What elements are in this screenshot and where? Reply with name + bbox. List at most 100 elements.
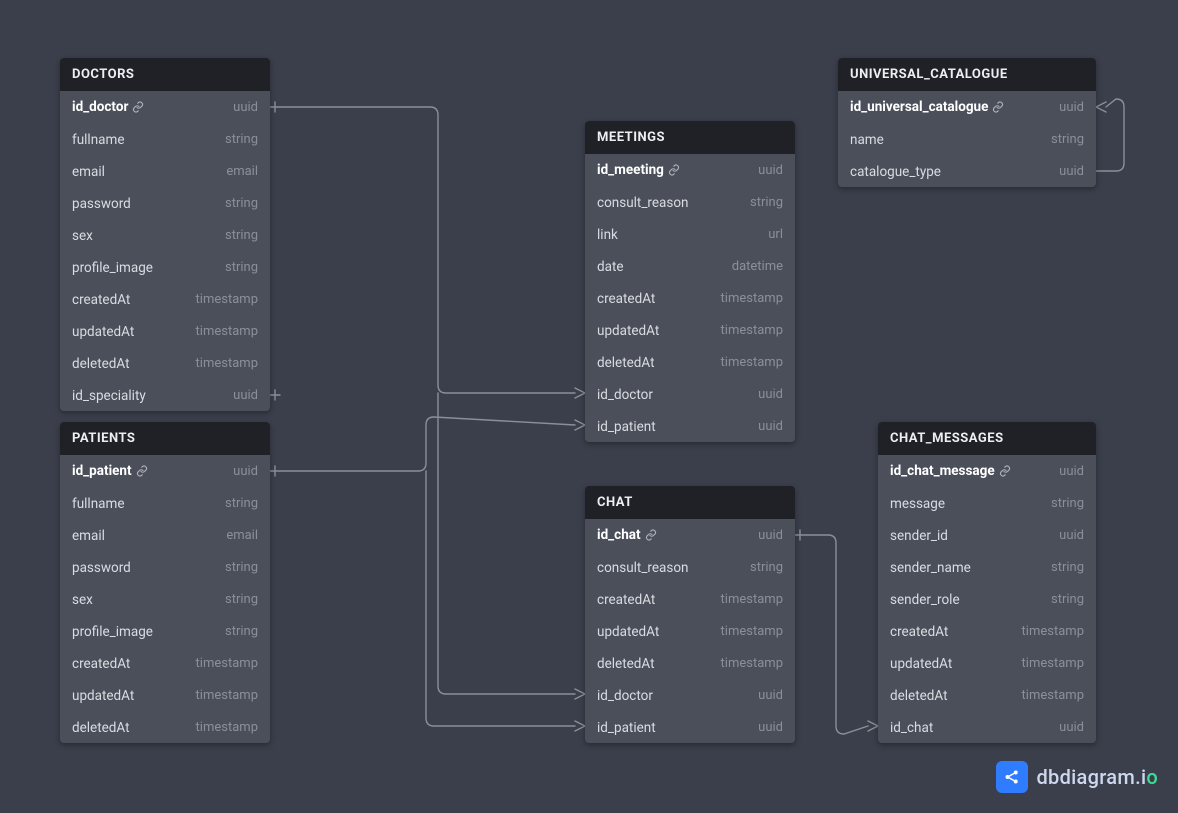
column-type: timestamp	[721, 291, 783, 306]
column-name: sender_id	[890, 528, 948, 544]
key-link-icon	[645, 529, 657, 541]
table-header[interactable]: CHAT	[585, 486, 795, 519]
column-row[interactable]: updatedAttimestamp	[60, 679, 270, 711]
table-patients[interactable]: PATIENTS id_patient uuid fullname string ema…	[60, 422, 270, 743]
table-header[interactable]: DOCTORS	[60, 58, 270, 91]
column-type: uuid	[758, 688, 783, 703]
column-name: deletedAt	[597, 355, 655, 371]
column-row[interactable]: id_doctoruuid	[585, 679, 795, 711]
column-name: fullname	[72, 496, 125, 512]
column-name: profile_image	[72, 260, 153, 276]
table-chat[interactable]: CHAT id_chatuuidconsult_reasonstringcrea…	[585, 486, 795, 743]
column-row[interactable]: updatedAttimestamp	[585, 615, 795, 647]
table-header[interactable]: UNIVERSAL_CATALOGUE	[838, 58, 1096, 91]
column-row[interactable]: updatedAttimestamp	[878, 647, 1096, 679]
column-row[interactable]: profile_imagestring	[60, 251, 270, 283]
column-row[interactable]: namestring	[838, 123, 1096, 155]
column-row[interactable]: profile_image string	[60, 615, 270, 647]
column-type: timestamp	[721, 355, 783, 370]
column-name: createdAt	[890, 624, 948, 640]
column-row[interactable]: id_meetinguuid	[585, 154, 795, 186]
column-name: createdAt	[597, 291, 655, 307]
column-type: timestamp	[721, 592, 783, 607]
column-name: profile_image	[72, 624, 153, 640]
table-header[interactable]: CHAT_MESSAGES	[878, 422, 1096, 455]
column-row[interactable]: sexstring	[60, 583, 270, 615]
column-row[interactable]: id_patient uuid	[585, 711, 795, 743]
column-name: id_universal_catalogue	[850, 99, 1004, 115]
column-name: consult_reason	[597, 195, 689, 211]
column-name: id_doctor	[72, 99, 144, 115]
diagram-canvas[interactable]: DOCTORS id_doctoruuidfullnamestringemail…	[0, 0, 1178, 813]
column-row[interactable]: messagestring	[878, 487, 1096, 519]
column-name: password	[72, 196, 131, 212]
column-type: uuid	[233, 388, 258, 403]
column-row[interactable]: createdAttimestamp	[585, 583, 795, 615]
key-link-icon	[999, 465, 1011, 477]
table-chat-messages[interactable]: CHAT_MESSAGES id_chat_messageuuidmessage…	[878, 422, 1096, 743]
column-name: id_patient	[72, 463, 148, 479]
column-type: uuid	[1059, 464, 1084, 479]
column-row[interactable]: deletedAt timestamp	[585, 346, 795, 378]
column-row[interactable]: emailemail	[60, 155, 270, 187]
column-name: catalogue_type	[850, 164, 941, 180]
column-row[interactable]: id_chatuuid	[878, 711, 1096, 743]
column-row[interactable]: createdAt timestamp	[585, 282, 795, 314]
table-header[interactable]: PATIENTS	[60, 422, 270, 455]
column-name: id_speciality	[72, 388, 146, 404]
column-row[interactable]: createdAttimestamp	[60, 647, 270, 679]
column-type: string	[225, 624, 258, 639]
column-name: name	[850, 132, 884, 148]
column-type: string	[750, 195, 783, 210]
column-row[interactable]: id_universal_catalogueuuid	[838, 91, 1096, 123]
column-row[interactable]: updatedAttimestamp	[585, 314, 795, 346]
table-universal-catalogue[interactable]: UNIVERSAL_CATALOGUE id_universal_catalog…	[838, 58, 1096, 187]
watermark[interactable]: dbdiagram.io.io	[996, 761, 1158, 793]
table-body: id_patient uuid fullname string emailemailpa…	[60, 455, 270, 743]
column-row[interactable]: deletedAttimestamp	[878, 679, 1096, 711]
table-doctors[interactable]: DOCTORS id_doctoruuidfullnamestringemail…	[60, 58, 270, 411]
column-row[interactable]: sender_rolestring	[878, 583, 1096, 615]
column-row[interactable]: id_patient uuid	[60, 455, 270, 487]
column-row[interactable]: id_doctoruuid	[60, 91, 270, 123]
column-name: updatedAt	[72, 324, 134, 340]
column-row[interactable]: datedatetime	[585, 250, 795, 282]
column-name: updatedAt	[890, 656, 952, 672]
column-row[interactable]: passwordstring	[60, 187, 270, 219]
table-body: id_meetinguuid consult_reason string link ur…	[585, 154, 795, 442]
column-row[interactable]: fullnamestring	[60, 123, 270, 155]
column-row[interactable]: link url	[585, 218, 795, 250]
column-row[interactable]: id_speciality uuid	[60, 379, 270, 411]
table-header[interactable]: MEETINGS	[585, 121, 795, 154]
column-row[interactable]: createdAttimestamp	[60, 283, 270, 315]
column-type: string	[225, 496, 258, 511]
column-row[interactable]: id_doctoruuid	[585, 378, 795, 410]
column-row[interactable]: sender_iduuid	[878, 519, 1096, 551]
column-name: sender_name	[890, 560, 971, 576]
column-row[interactable]: updatedAttimestamp	[60, 315, 270, 347]
column-row[interactable]: deletedAttimestamp	[60, 347, 270, 379]
column-row[interactable]: createdAttimestamp	[878, 615, 1096, 647]
column-type: uuid	[233, 464, 258, 479]
column-row[interactable]: sender_name string	[878, 551, 1096, 583]
column-row[interactable]: deletedAttimestamp	[585, 647, 795, 679]
column-row[interactable]: id_patientuuid	[585, 410, 795, 442]
column-row[interactable]: emailemail	[60, 519, 270, 551]
column-row[interactable]: deletedAttimestamp	[60, 711, 270, 743]
column-row[interactable]: sexstring	[60, 219, 270, 251]
table-meetings[interactable]: MEETINGS id_meetinguuid consult_reason str…	[585, 121, 795, 442]
column-type: string	[225, 228, 258, 243]
column-row[interactable]: id_chat_messageuuid	[878, 455, 1096, 487]
column-name: link	[597, 227, 618, 243]
column-type: string	[1051, 560, 1084, 575]
column-row[interactable]: consult_reasonstring	[585, 551, 795, 583]
column-row[interactable]: id_chatuuid	[585, 519, 795, 551]
column-type: uuid	[758, 419, 783, 434]
column-row[interactable]: passwordstring	[60, 551, 270, 583]
column-type: url	[768, 227, 783, 242]
column-row[interactable]: consult_reason string	[585, 186, 795, 218]
column-type: uuid	[758, 720, 783, 735]
column-row[interactable]: catalogue_typeuuid	[838, 155, 1096, 187]
column-row[interactable]: fullname string	[60, 487, 270, 519]
column-name: id_patient	[597, 720, 656, 736]
